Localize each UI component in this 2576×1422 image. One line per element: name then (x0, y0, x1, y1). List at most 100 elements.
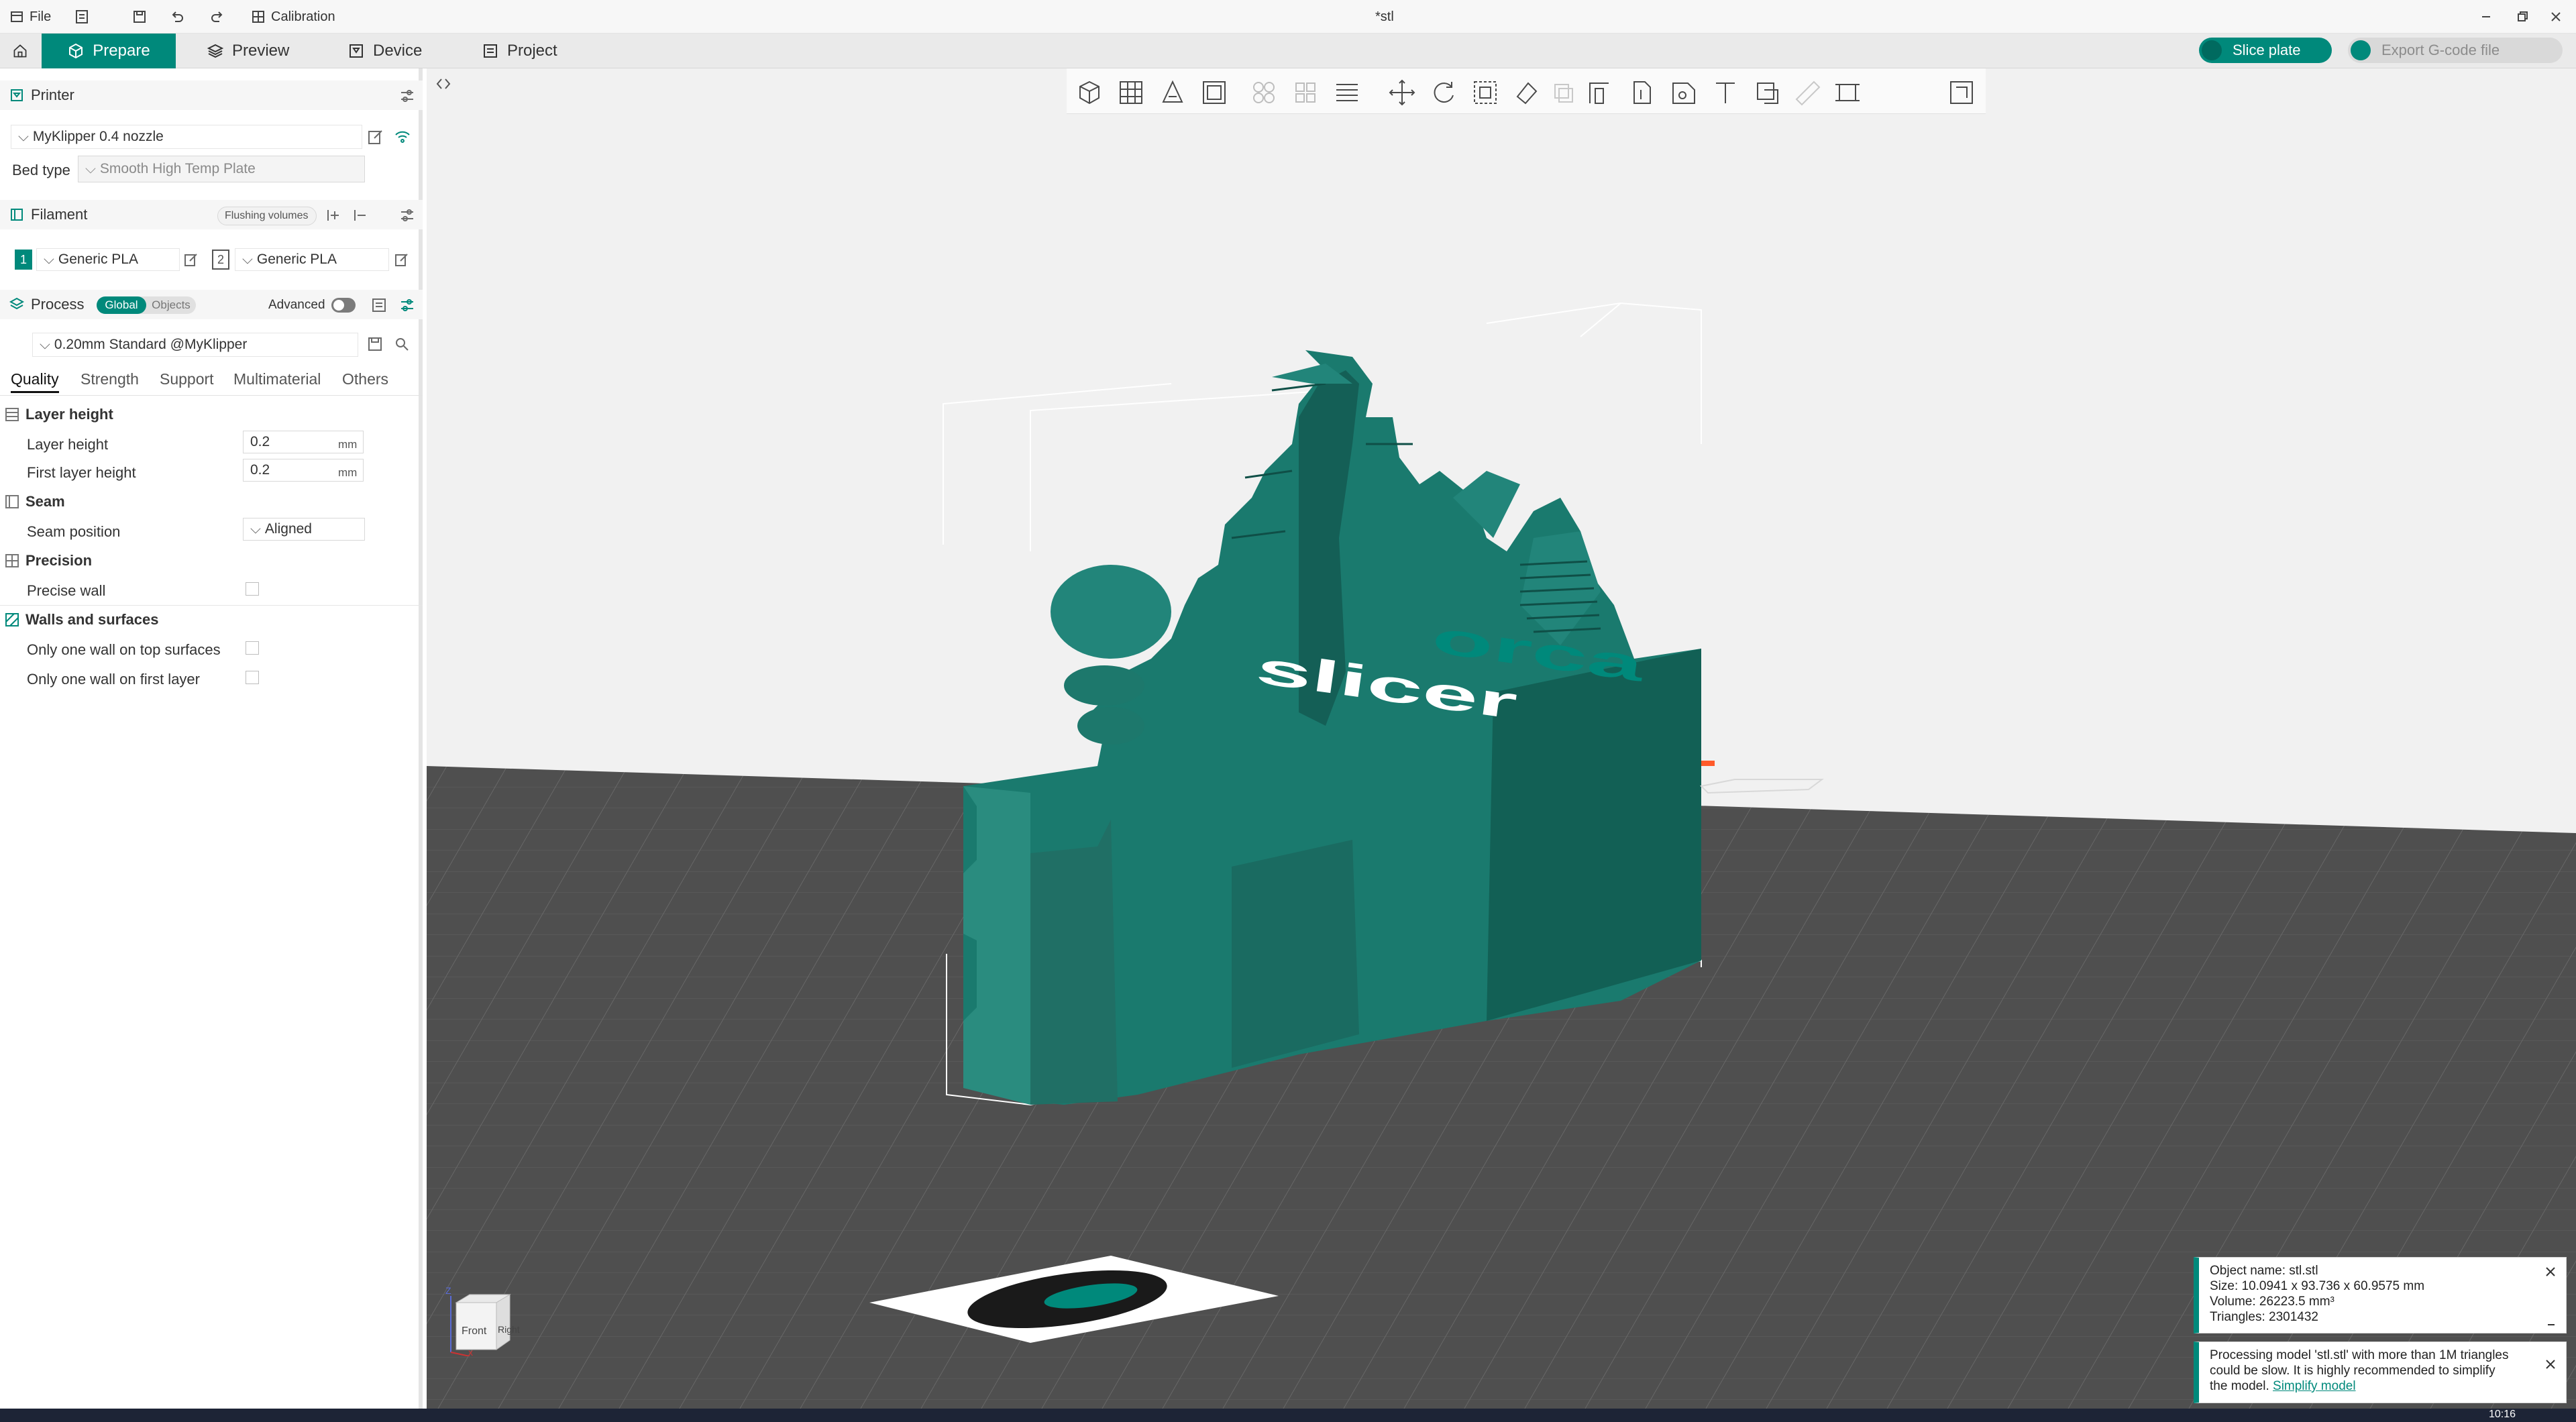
support-painting-icon[interactable] (1583, 76, 1615, 109)
tab-device[interactable]: Device (335, 34, 434, 68)
color-painting-icon[interactable] (1668, 76, 1700, 109)
chevron-down-icon: ⌵ (44, 252, 54, 267)
view-cube-right[interactable]: Right (498, 1324, 520, 1335)
calibration-menu[interactable]: Calibration (251, 0, 335, 34)
auto-orient-icon[interactable] (1157, 76, 1189, 109)
precision-group-title: Precision (25, 552, 93, 569)
add-object-icon[interactable] (1073, 76, 1106, 109)
split-parts-icon[interactable] (1289, 76, 1322, 109)
toggle-objects[interactable]: Objects (146, 296, 196, 314)
close-icon[interactable] (2543, 1357, 2558, 1372)
calibration-icon (252, 11, 264, 23)
object-size-line: Size: 10.0941 x 93.736 x 60.9575 mm (2210, 1279, 2425, 1293)
bed-type-value: Smooth High Temp Plate (99, 161, 256, 176)
global-objects-toggle[interactable]: Global Objects (97, 296, 196, 314)
subtab-support[interactable]: Support (160, 370, 214, 388)
seam-painting-icon[interactable] (1626, 76, 1658, 109)
slice-plate-label: Slice plate (2233, 42, 2301, 58)
tab-prepare[interactable]: Prepare (42, 34, 176, 68)
subtab-strength[interactable]: Strength (80, 370, 139, 388)
process-list-icon[interactable] (370, 296, 388, 314)
edit-printer-icon[interactable] (366, 127, 385, 146)
object-info-panel: Object name: stl.stl Size: 10.0941 x 93.… (2194, 1257, 2567, 1333)
undo-icon[interactable] (169, 0, 185, 34)
precise-wall-checkbox[interactable] (246, 582, 259, 596)
flushing-volumes-button[interactable]: Flushing volumes (217, 207, 317, 225)
view-cube-front[interactable]: Front (462, 1325, 486, 1337)
lay-on-face-icon[interactable] (1511, 76, 1543, 109)
process-preset-select[interactable]: ⌵ 0.20mm Standard @MyKlipper (32, 333, 358, 357)
filament-slot-1-badge[interactable]: 1 (15, 250, 32, 270)
chevron-down-icon: ⌵ (242, 252, 253, 267)
edit-filament-1-icon[interactable] (182, 251, 200, 268)
filament-slot-1-select[interactable]: ⌵ Generic PLA (36, 248, 180, 271)
split-objects-icon[interactable] (1248, 76, 1280, 109)
restore-icon[interactable] (2516, 0, 2529, 34)
minimize-icon[interactable] (2479, 0, 2493, 34)
slice-plate-button[interactable]: Slice plate (2199, 38, 2332, 63)
save-icon[interactable] (131, 0, 148, 34)
move-icon[interactable] (1386, 76, 1418, 109)
remove-filament-icon[interactable] (352, 207, 369, 224)
seam-position-select[interactable]: ⌵ Aligned (243, 518, 365, 541)
scale-icon[interactable] (1469, 76, 1501, 109)
main-tab-bar: Prepare Preview Device Project Slice pla… (0, 34, 2576, 68)
printer-icon (350, 44, 363, 58)
measure-icon[interactable] (1791, 76, 1823, 109)
redo-icon[interactable] (209, 0, 225, 34)
minimize-note-icon[interactable] (2544, 1315, 2558, 1329)
layer-height-value: 0.2 (250, 434, 270, 449)
title-bar: File Calibration *stl (0, 0, 2576, 34)
svg-tool-icon[interactable] (1751, 76, 1783, 109)
layer-height-group-title: Layer height (25, 406, 113, 423)
subtab-multimaterial[interactable]: Multimaterial (233, 370, 321, 388)
printer-settings-icon[interactable] (398, 87, 416, 105)
simplify-warning-panel: Processing model 'stl.stl' with more tha… (2194, 1342, 2567, 1403)
simplify-model-link[interactable]: Simplify model (2273, 1379, 2356, 1393)
edit-filament-2-icon[interactable] (393, 251, 411, 268)
process-compare-icon[interactable] (398, 296, 416, 314)
walls-group-icon (5, 613, 19, 626)
layer-height-group-header: Layer height (0, 400, 423, 429)
one-wall-top-checkbox[interactable] (246, 641, 259, 655)
subtab-quality[interactable]: Quality (11, 370, 59, 393)
notes-icon[interactable] (74, 0, 90, 34)
layers-icon (207, 44, 224, 58)
chevron-down-icon: ⌵ (250, 521, 261, 537)
save-preset-icon[interactable] (366, 335, 384, 353)
wifi-icon[interactable] (393, 127, 412, 146)
view-cube[interactable]: Front Right Z x (443, 1282, 523, 1358)
subtab-others[interactable]: Others (342, 370, 388, 388)
home-tab[interactable] (0, 34, 40, 68)
filament-slot-2-badge[interactable]: 2 (212, 250, 229, 270)
export-gcode-button[interactable]: Export G-code file (2348, 38, 2563, 63)
arrange-icon[interactable] (1198, 76, 1230, 109)
printer-select[interactable]: ⌵ MyKlipper 0.4 nozzle (11, 125, 362, 149)
close-window-icon[interactable] (2549, 0, 2563, 34)
add-plate-icon[interactable] (1115, 76, 1147, 109)
view-mode-icon[interactable] (1945, 76, 1978, 109)
taskbar-clock: 10:16 (2488, 1409, 2516, 1420)
toggle-global[interactable]: Global (97, 296, 146, 314)
tab-project[interactable]: Project (470, 34, 570, 68)
collapse-sidebar-icon[interactable] (433, 74, 453, 94)
file-menu[interactable]: File (9, 0, 51, 34)
filament-slot-2-select[interactable]: ⌵ Generic PLA (235, 248, 389, 271)
close-icon[interactable] (2543, 1264, 2558, 1279)
layers-editing-icon[interactable] (1331, 76, 1363, 109)
filament-settings-icon[interactable] (398, 207, 416, 224)
bed-type-select[interactable]: ⌵ Smooth High Temp Plate (78, 156, 365, 182)
text-tool-icon[interactable] (1709, 76, 1741, 109)
model-body[interactable] (963, 350, 1701, 1105)
advanced-switch[interactable] (331, 298, 356, 313)
rotate-icon[interactable] (1428, 76, 1460, 109)
cut-icon[interactable] (1547, 76, 1579, 109)
search-icon[interactable] (393, 335, 411, 353)
tab-preview[interactable]: Preview (195, 34, 301, 68)
slice-dropdown-icon (2202, 40, 2222, 60)
3d-viewport[interactable]: orca slicer Front Right Z x (427, 68, 2576, 1422)
assembly-icon[interactable] (1831, 76, 1864, 109)
one-wall-first-checkbox[interactable] (246, 671, 259, 684)
tab-prepare-label: Prepare (93, 42, 150, 60)
add-filament-icon[interactable] (325, 207, 342, 224)
